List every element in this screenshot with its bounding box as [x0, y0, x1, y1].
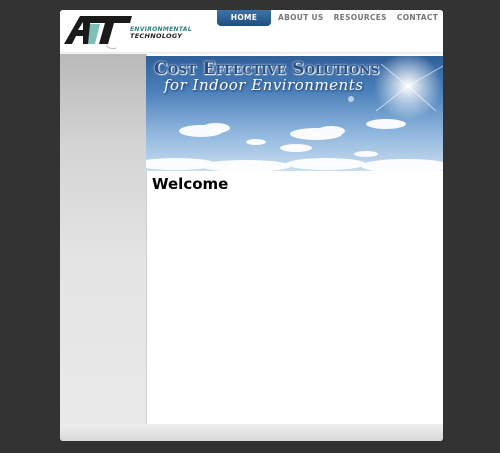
logo-wordmark: ENVIRONMENTAL TECHNOLOGY [130, 26, 192, 40]
sidebar [60, 54, 146, 424]
footer-bar [60, 424, 443, 441]
nav-contact[interactable]: CONTACT [392, 10, 443, 26]
site-logo[interactable]: ENVIRONMENTAL TECHNOLOGY [64, 14, 194, 50]
logo-mark-icon [64, 16, 132, 50]
site-header: ENVIRONMENTAL TECHNOLOGY HOME ABOUT US R… [60, 10, 443, 55]
logo-line-2: TECHNOLOGY [130, 32, 183, 40]
banner-subtitle: for Indoor Environments [164, 76, 364, 94]
nav-resources[interactable]: RESOURCES [329, 10, 392, 26]
nav-home[interactable]: HOME [217, 10, 271, 26]
nav-about-us[interactable]: ABOUT US [273, 10, 329, 26]
page-container: ENVIRONMENTAL TECHNOLOGY HOME ABOUT US R… [60, 10, 443, 441]
page-title: Welcome [152, 175, 229, 193]
hero-banner: Cost Effective Solutions for Indoor Envi… [146, 56, 443, 171]
main-nav: HOME ABOUT US RESOURCES CONTACT [217, 10, 443, 28]
